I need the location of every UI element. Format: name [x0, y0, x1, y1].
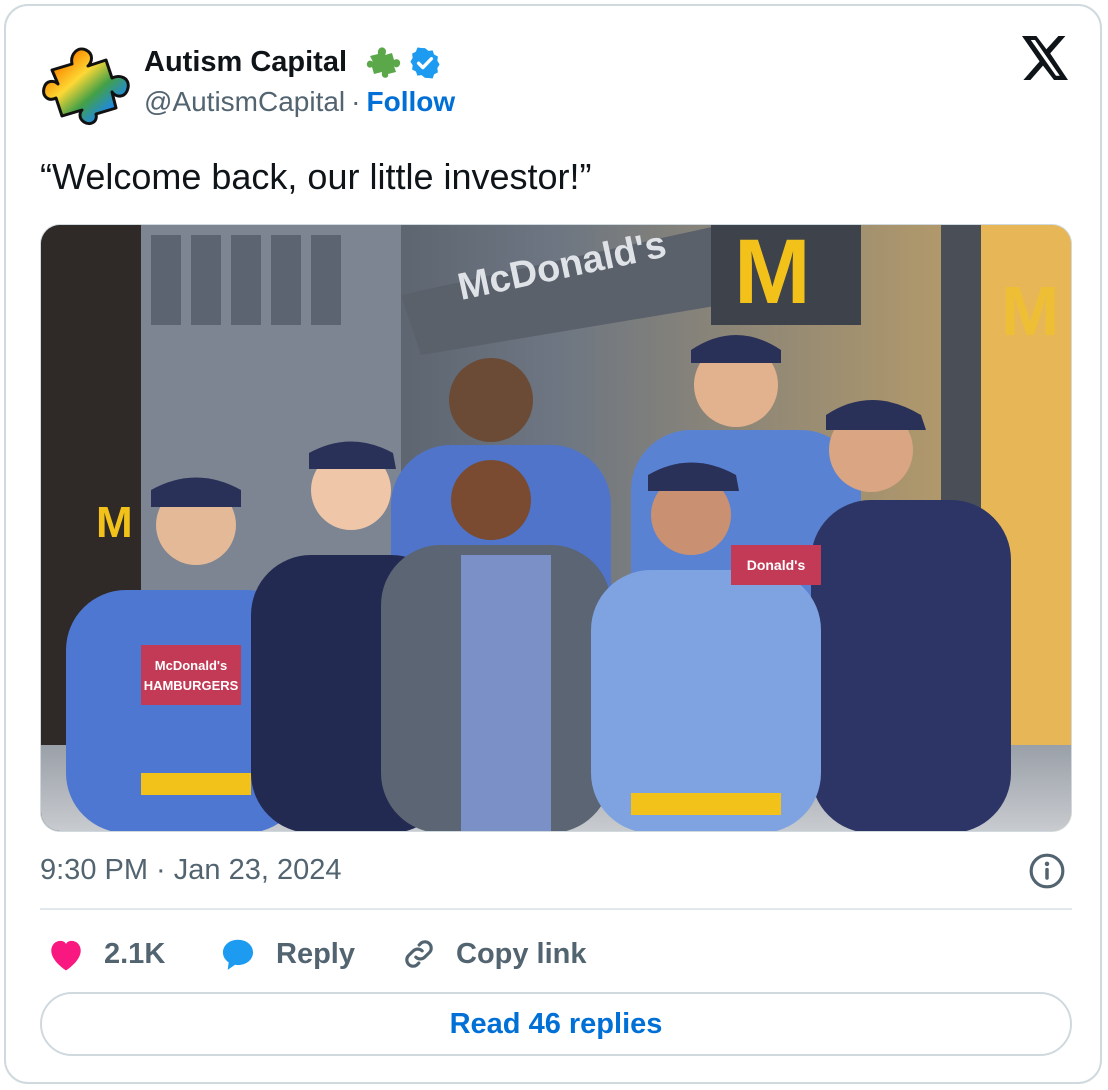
golden-arches-logo-window: M: [1001, 272, 1059, 350]
separator: ·: [351, 86, 361, 117]
puzzle-badge-icon: [366, 47, 401, 78]
shirt-text-line1: McDonald's: [155, 658, 227, 673]
speech-bubble-icon: [222, 939, 254, 970]
avatar[interactable]: [42, 40, 136, 126]
shirt-text-right: Donald's: [747, 557, 806, 573]
copy-link-button[interactable]: Copy link: [400, 932, 587, 976]
copy-link-label: Copy link: [456, 937, 587, 970]
info-icon[interactable]: [1028, 852, 1066, 890]
photo-illustration: McDonald's M M M McDonald's HAMBURGERS D…: [41, 225, 1071, 831]
verified-badge-icon: [410, 47, 440, 79]
tweet-text: “Welcome back, our little investor!”: [40, 156, 592, 197]
handle-line: @AutismCapital · Follow: [144, 86, 455, 118]
link-icon: [405, 940, 433, 968]
tweet-card: Autism Capital @AutismCapital · Follow “We…: [4, 4, 1102, 1084]
golden-arches-logo: M: [734, 225, 811, 323]
author-handle[interactable]: @AutismCapital: [144, 86, 345, 117]
like-count: 2.1K: [104, 937, 166, 970]
shirt-text-line2: HAMBURGERS: [144, 678, 239, 693]
tweet-photo[interactable]: McDonald's M M M McDonald's HAMBURGERS D…: [40, 224, 1072, 832]
divider: [40, 908, 1072, 910]
read-replies-button[interactable]: Read 46 replies: [40, 992, 1072, 1056]
reply-button[interactable]: Reply: [218, 932, 355, 976]
follow-button[interactable]: Follow: [366, 86, 455, 117]
x-logo-icon[interactable]: [1022, 36, 1070, 80]
like-button[interactable]: 2.1K: [46, 932, 165, 976]
golden-arches-logo-left: M: [96, 498, 133, 547]
heart-icon: [51, 940, 81, 971]
tweet-timestamp[interactable]: 9:30 PM · Jan 23, 2024: [40, 854, 341, 887]
author-name[interactable]: Autism Capital: [144, 46, 347, 79]
reply-label: Reply: [276, 937, 355, 970]
